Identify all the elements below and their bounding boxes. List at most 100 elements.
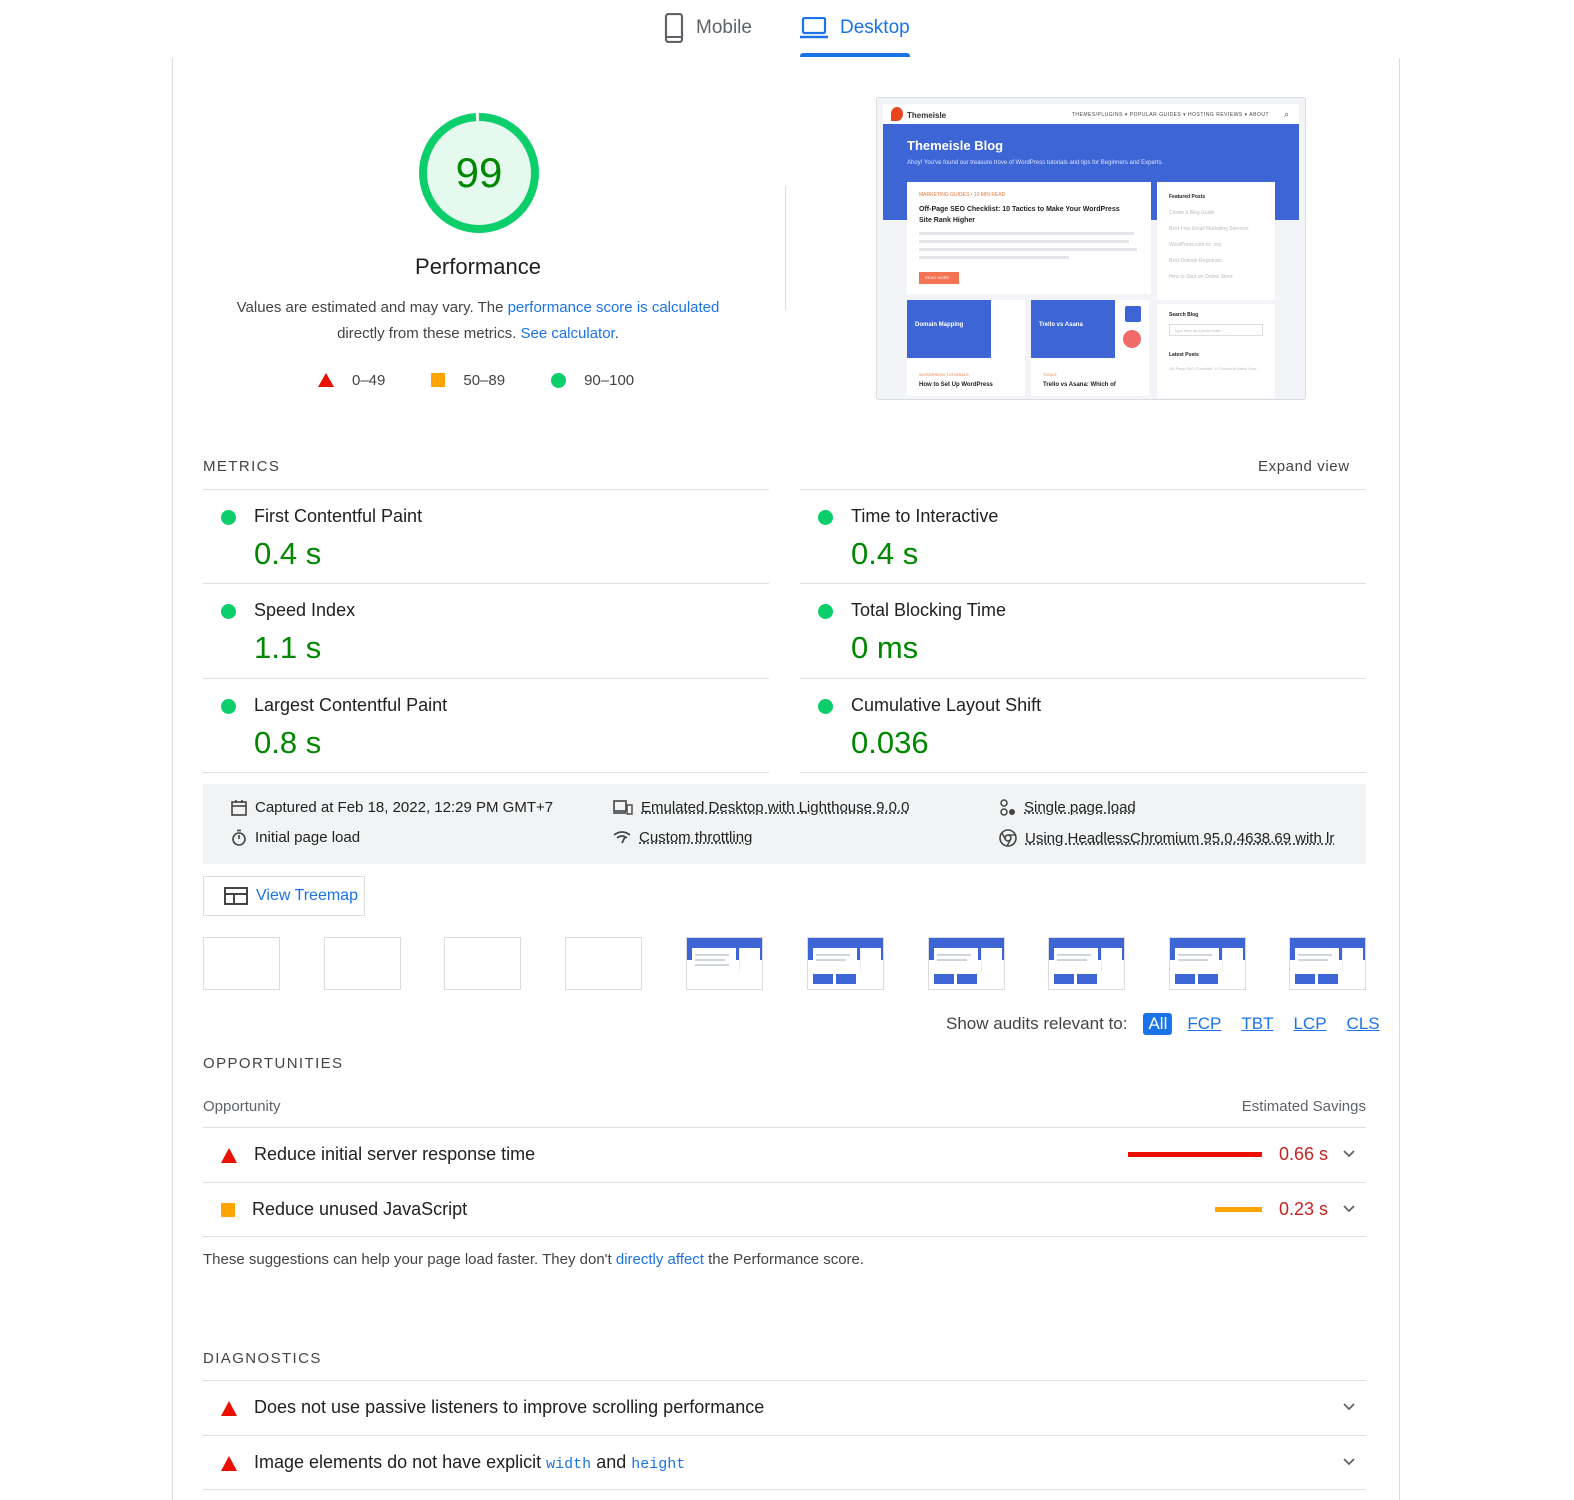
diagnostic-row[interactable]: Does not use passive listeners to improv… [203, 1380, 1366, 1434]
metric-value: 0.036 [851, 725, 929, 760]
single-load-icon [1000, 799, 1015, 816]
text-line [919, 256, 1069, 259]
active-tab-indicator [800, 53, 910, 57]
runtime-single[interactable]: Single page load [999, 799, 1136, 816]
filmstrip-frame [686, 937, 763, 990]
filmstrip-frame [444, 937, 521, 990]
card-image-label: Trello vs Asana [1039, 322, 1083, 328]
devices-icon [613, 800, 633, 815]
runtime-load: Initial page load [231, 829, 360, 846]
metric-fcp: First Contentful Paint 0.4 s [203, 489, 769, 584]
phone-icon [664, 13, 684, 43]
opportunity-column-header: Opportunity [203, 1098, 281, 1115]
emulated-text: Emulated Desktop with Lighthouse 9.0.0 [641, 799, 910, 816]
chevron-down-icon [1343, 1205, 1355, 1213]
desc-text-3: . [614, 325, 619, 342]
see-calculator-link[interactable]: See calculator [520, 325, 614, 342]
chevron-down-icon [1343, 1403, 1355, 1411]
browser-text: Using HeadlessChromium 95.0.4638.69 with… [1025, 829, 1335, 847]
legend-average-label: 50–89 [463, 371, 506, 389]
code-height: height [631, 1456, 686, 1473]
metric-label: Time to Interactive [851, 506, 999, 526]
filter-label: Show audits relevant to: [946, 1014, 1128, 1033]
post-meta: MARKETING GUIDES • 10 MIN READ [919, 192, 1006, 198]
filter-lcp-button[interactable]: LCP [1288, 1013, 1331, 1035]
metric-label: Total Blocking Time [851, 600, 1007, 620]
text-line [919, 248, 1137, 251]
savings-value: 0.66 s [1278, 1144, 1328, 1164]
filmstrip-frame [807, 937, 884, 990]
diagnostics-title: Diagnostics [203, 1350, 322, 1367]
expand-view-button[interactable]: Expand view [1258, 458, 1350, 475]
filter-tbt-button[interactable]: TBT [1236, 1013, 1278, 1035]
metric-label: Largest Contentful Paint [254, 695, 448, 715]
legend-fail-label: 0–49 [352, 371, 386, 389]
view-treemap-button[interactable]: View Treemap [203, 876, 365, 916]
legend-pass: 90–100 [551, 372, 634, 389]
performance-score: 99 [455, 149, 503, 196]
metric-value: 0.8 s [254, 725, 322, 760]
pass-circle-icon [221, 510, 236, 525]
themeisle-logo-icon [891, 107, 903, 121]
tab-mobile-label: Mobile [696, 17, 752, 38]
featured-item: Create a Blog Guide [1169, 210, 1215, 216]
final-screenshot: Themeisle THEMES/PLUGINS ▾ POPULAR GUIDE… [876, 97, 1306, 400]
featured-item: How to Start an Online Store [1169, 274, 1233, 280]
trello-icon [1125, 306, 1141, 322]
chevron-down-icon [1343, 1458, 1355, 1466]
metrics-title: Metrics [203, 458, 281, 475]
screenshot-sidebar: Search Blog Type here and press enter ..… [1157, 304, 1275, 398]
note-text-2: the Performance score. [703, 1251, 865, 1268]
pass-circle-icon [221, 699, 236, 714]
opportunity-row[interactable]: Reduce initial server response time 0.66… [203, 1127, 1366, 1181]
pass-circle-icon [818, 604, 833, 619]
savings-value: 0.23 s [1278, 1199, 1328, 1219]
divider [203, 1489, 1366, 1490]
featured-item: WordPress.com vs .org [1169, 242, 1221, 248]
calendar-icon [231, 800, 247, 816]
divider [785, 186, 786, 310]
treemap-icon [224, 887, 248, 905]
text-line [919, 240, 1129, 243]
runtime-browser[interactable]: Using HeadlessChromium 95.0.4638.69 with… [999, 829, 1334, 847]
diagnostic-row[interactable]: Image elements do not have explicit widt… [203, 1435, 1366, 1489]
tab-desktop-label: Desktop [840, 17, 910, 38]
filter-cls-button[interactable]: CLS [1342, 1013, 1385, 1035]
throttling-text: Custom throttling [639, 829, 753, 846]
legend-average: 50–89 [431, 372, 505, 389]
tab-mobile[interactable]: Mobile [664, 8, 752, 48]
metric-value: 0 ms [851, 630, 919, 665]
filter-fcp-button[interactable]: FCP [1182, 1013, 1226, 1035]
opportunity-label: Reduce initial server response time [254, 1144, 536, 1164]
metric-label: Cumulative Layout Shift [851, 695, 1042, 715]
note-text-1: These suggestions can help your page loa… [203, 1251, 616, 1268]
fail-triangle-icon [318, 373, 334, 387]
screenshot-logo: Themeisle [907, 111, 947, 120]
runtime-settings: Captured at Feb 18, 2022, 12:29 PM GMT+7… [203, 784, 1366, 864]
metric-tti: Time to Interactive 0.4 s [800, 489, 1366, 584]
card-title: Trello vs Asana: Which of [1043, 382, 1116, 388]
asana-icon [1123, 330, 1141, 348]
screenshot-card-domain: Domain Mapping WORDPRESS TUTORIALS How t… [907, 300, 1025, 396]
runtime-emulated[interactable]: Emulated Desktop with Lighthouse 9.0.0 [613, 799, 910, 816]
metric-value: 0.4 s [851, 536, 919, 571]
filmstrip-frame [1289, 937, 1366, 990]
filmstrip-frame [1048, 937, 1125, 990]
filter-all-button[interactable]: All [1143, 1013, 1173, 1035]
opportunity-row[interactable]: Reduce unused JavaScript 0.23 s [203, 1182, 1366, 1236]
card-image-label: Domain Mapping [915, 322, 964, 328]
opportunities-note: These suggestions can help your page loa… [203, 1251, 864, 1268]
diagnostic-label: Image elements do not have explicit widt… [254, 1452, 685, 1473]
desc-text-1: Values are estimated and may vary. The [236, 299, 508, 316]
card-image: Trello vs Asana [1031, 300, 1115, 358]
runtime-throttling[interactable]: Custom throttling [613, 829, 752, 846]
laptop-icon [800, 17, 828, 39]
tab-desktop[interactable]: Desktop [800, 8, 910, 48]
screenshot-post-card: MARKETING GUIDES • 10 MIN READ Off-Page … [907, 182, 1151, 294]
card-title: How to Set Up WordPress [919, 382, 993, 388]
pass-circle-icon [551, 372, 567, 388]
score-calculated-link[interactable]: performance score is calculated [508, 299, 720, 316]
gauge-description: Values are estimated and may vary. The p… [220, 295, 736, 347]
directly-affect-link[interactable]: directly affect [616, 1251, 704, 1268]
screenshot-card-trello: Trello vs Asana TOOLS Trello vs Asana: W… [1031, 300, 1149, 396]
